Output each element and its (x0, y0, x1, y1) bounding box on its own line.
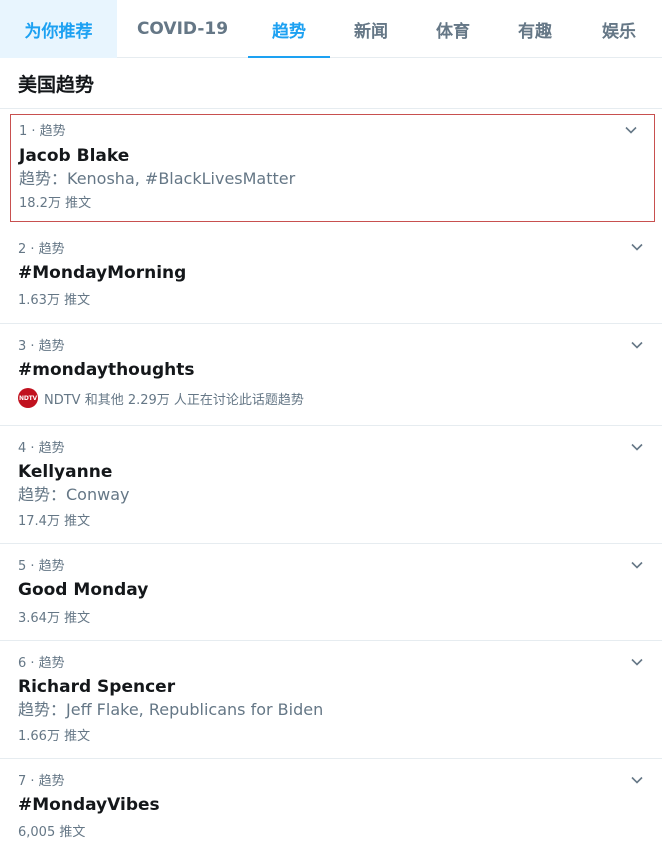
trend-tweet-count: 3.64万 推文 (18, 611, 91, 626)
trend-item[interactable]: 6 · 趋势 Richard Spencer 趋势：Jeff Flake, Re… (0, 641, 662, 759)
trend-rank: 3 · 趋势 (18, 339, 65, 354)
trend-name: #mondaythoughts (18, 360, 195, 380)
tab-fun[interactable]: 有趣 (494, 0, 576, 58)
tab-label: 新闻 (354, 21, 388, 42)
tab-label: COVID-19 (136, 19, 229, 39)
tab-covid-19[interactable]: COVID-19 (117, 0, 248, 58)
trend-rank: 5 · 趋势 (18, 559, 65, 574)
trend-name: Kellyanne (18, 462, 113, 482)
trend-name: Jacob Blake (19, 146, 130, 166)
chevron-down-icon[interactable] (626, 334, 648, 356)
tab-label: 有趣 (518, 21, 552, 42)
chevron-down-icon[interactable] (626, 436, 648, 458)
trend-name: Good Monday (18, 580, 149, 600)
tab-trending[interactable]: 趋势 (248, 0, 330, 58)
trend-context: 趋势：Jeff Flake, Republicans for Biden (18, 700, 324, 719)
trend-mention: NDTV NDTV 和其他 2.29万 人正在讨论此话题趋势 (18, 388, 304, 408)
chevron-down-icon[interactable] (626, 651, 648, 673)
trend-rank: 6 · 趋势 (18, 656, 65, 671)
trend-rank: 4 · 趋势 (18, 441, 65, 456)
trend-rank: 7 · 趋势 (18, 774, 65, 789)
chevron-down-icon[interactable] (626, 554, 648, 576)
tab-label: 体育 (436, 21, 470, 42)
tab-label: 为你推荐 (24, 21, 93, 42)
tab-news[interactable]: 新闻 (330, 0, 412, 58)
trend-context: 趋势：Kenosha, #BlackLivesMatter (19, 169, 296, 188)
section-title: 美国趋势 (0, 58, 662, 109)
trend-context: 趋势：Conway (18, 485, 130, 504)
trend-rank: 2 · 趋势 (18, 242, 65, 257)
trend-item[interactable]: 4 · 趋势 Kellyanne 趋势：Conway 17.4万 推文 (0, 426, 662, 544)
trend-name: Richard Spencer (18, 677, 176, 697)
trend-item[interactable]: 2 · 趋势 #MondayMorning 1.63万 推文 (0, 226, 662, 324)
chevron-down-icon[interactable] (626, 236, 648, 258)
trend-name: #MondayVibes (18, 795, 160, 815)
chevron-down-icon[interactable] (620, 119, 642, 141)
trend-mention-text: NDTV 和其他 2.29万 人正在讨论此话题趋势 (44, 392, 304, 408)
trend-item[interactable]: 5 · 趋势 Good Monday 3.64万 推文 (0, 544, 662, 641)
explore-tab-bar: 为你推荐 COVID-19 趋势 新闻 体育 有趣 娱乐 (0, 0, 662, 58)
trend-tweet-count: 1.66万 推文 (18, 729, 91, 744)
tab-label: 趋势 (272, 21, 306, 42)
tab-label: 娱乐 (602, 21, 636, 42)
trend-item[interactable]: 1 · 趋势 Jacob Blake 趋势：Kenosha, #BlackLiv… (10, 114, 655, 222)
trend-tweet-count: 6,005 推文 (18, 825, 86, 840)
ndtv-logo-icon: NDTV (18, 388, 38, 408)
chevron-down-icon[interactable] (626, 769, 648, 791)
trend-tweet-count: 18.2万 推文 (19, 196, 92, 211)
trend-tweet-count: 17.4万 推文 (18, 514, 91, 529)
trend-tweet-count: 1.63万 推文 (18, 293, 91, 308)
tab-for-you[interactable]: 为你推荐 (0, 0, 117, 58)
tab-sports[interactable]: 体育 (412, 0, 494, 58)
trend-name: #MondayMorning (18, 263, 187, 283)
tab-entertainment[interactable]: 娱乐 (576, 0, 662, 58)
trend-item[interactable]: 7 · 趋势 #MondayVibes 6,005 推文 (0, 759, 662, 843)
trend-item[interactable]: 3 · 趋势 #mondaythoughts NDTV NDTV 和其他 2.2… (0, 324, 662, 426)
trend-rank: 1 · 趋势 (19, 124, 66, 139)
